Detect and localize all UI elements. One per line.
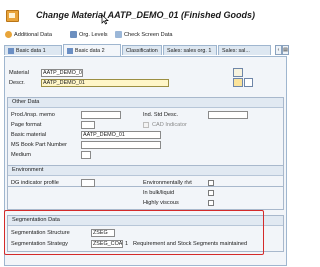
tab-label: Basic data 1: [16, 47, 46, 54]
medium-label: Medium: [11, 152, 31, 158]
title-bar: Change Material AATP_DEMO_01 (Finished G…: [0, 0, 291, 26]
tab-basic-data-1[interactable]: Basic data 1: [4, 45, 62, 55]
ind-std-desc-label: Ind. Std Desc.: [143, 112, 179, 118]
environmentally-rlvt-checkbox[interactable]: [208, 180, 214, 186]
tab-list-icon[interactable]: ▤: [282, 45, 289, 55]
tab-status-icon: [67, 47, 73, 54]
long-text-icon[interactable]: [244, 78, 253, 87]
ind-std-desc-field[interactable]: [208, 111, 248, 119]
check-icon: [115, 31, 122, 38]
in-bulk-liquid-checkbox[interactable]: [208, 190, 214, 196]
mouse-cursor-icon: [101, 14, 109, 25]
dg-indicator-profile-field[interactable]: [81, 179, 95, 187]
org-levels-label: Org. Levels: [79, 31, 108, 38]
segmentation-highlight-box: [4, 210, 264, 255]
tab-classification[interactable]: Classification: [122, 45, 162, 55]
application-toolbar: Additional Data Org. Levels Check Screen…: [0, 29, 291, 40]
highly-viscous-label: Highly viscous: [143, 200, 179, 206]
org-structure-icon: [70, 31, 77, 38]
tab-label: Basic data 2: [75, 47, 105, 54]
medium-field[interactable]: [81, 151, 91, 159]
prod-insp-memo-label: Prod./insp. memo: [11, 112, 55, 118]
tab-label: Sales: sal...: [222, 47, 250, 54]
page-format-field[interactable]: [81, 121, 95, 129]
descr-label: Descr.: [9, 80, 25, 86]
tab-strip: Basic data 1 Basic data 2 Classification…: [4, 44, 287, 56]
tab-basic-data-2[interactable]: Basic data 2: [63, 44, 121, 56]
cad-indicator-label: CAD Indicator: [152, 122, 187, 128]
basic-material-field[interactable]: AATP_DEMO_01: [81, 131, 161, 139]
tab-scroll-left-icon[interactable]: ‹: [275, 45, 282, 55]
material-field[interactable]: AATP_DEMO_01: [41, 69, 83, 77]
prod-insp-memo-field[interactable]: [81, 111, 121, 119]
other-data-header: Other Data: [8, 98, 283, 108]
tab-sales-org-1[interactable]: Sales: sales org. 1: [163, 45, 217, 55]
environment-title: Environment: [12, 167, 44, 173]
description-field[interactable]: AATP_DEMO_01: [41, 79, 169, 87]
tab-label: Sales: sales org. 1: [167, 47, 212, 54]
basic-material-label: Basic material: [11, 132, 47, 138]
environment-header: Environment: [8, 166, 283, 176]
ms-book-part-number-field[interactable]: [81, 141, 161, 149]
material-label: Material: [9, 70, 29, 76]
info-icon[interactable]: [233, 68, 243, 77]
arrow-right-icon: [5, 31, 12, 38]
material-icon: [6, 10, 19, 22]
tab-label: Classification: [126, 47, 158, 54]
ms-book-part-number-label: MS Book Part Number: [11, 142, 67, 148]
in-bulk-liquid-label: In bulk/liquid: [143, 190, 175, 196]
check-screen-data-button[interactable]: Check Screen Data: [115, 29, 173, 40]
highly-viscous-checkbox[interactable]: [208, 200, 214, 206]
org-levels-button[interactable]: Org. Levels: [70, 29, 108, 40]
environmentally-rlvt-label: Environmentally rlvt: [143, 180, 192, 186]
additional-data-button[interactable]: Additional Data: [5, 29, 52, 40]
cad-indicator-checkbox[interactable]: [143, 122, 149, 128]
tab-status-icon: [8, 47, 14, 54]
page-title: Change Material AATP_DEMO_01 (Finished G…: [36, 10, 256, 20]
additional-data-label: Additional Data: [14, 31, 52, 38]
language-icon[interactable]: [233, 78, 243, 87]
dg-indicator-profile-label: DG indicator profile: [11, 180, 59, 186]
check-screen-data-label: Check Screen Data: [124, 31, 173, 38]
environment-group: Environment DG indicator profile Environ…: [7, 165, 284, 210]
page-format-label: Page format: [11, 122, 42, 128]
tab-sales-more[interactable]: Sales: sal...: [218, 45, 271, 55]
other-data-title: Other Data: [12, 99, 40, 105]
